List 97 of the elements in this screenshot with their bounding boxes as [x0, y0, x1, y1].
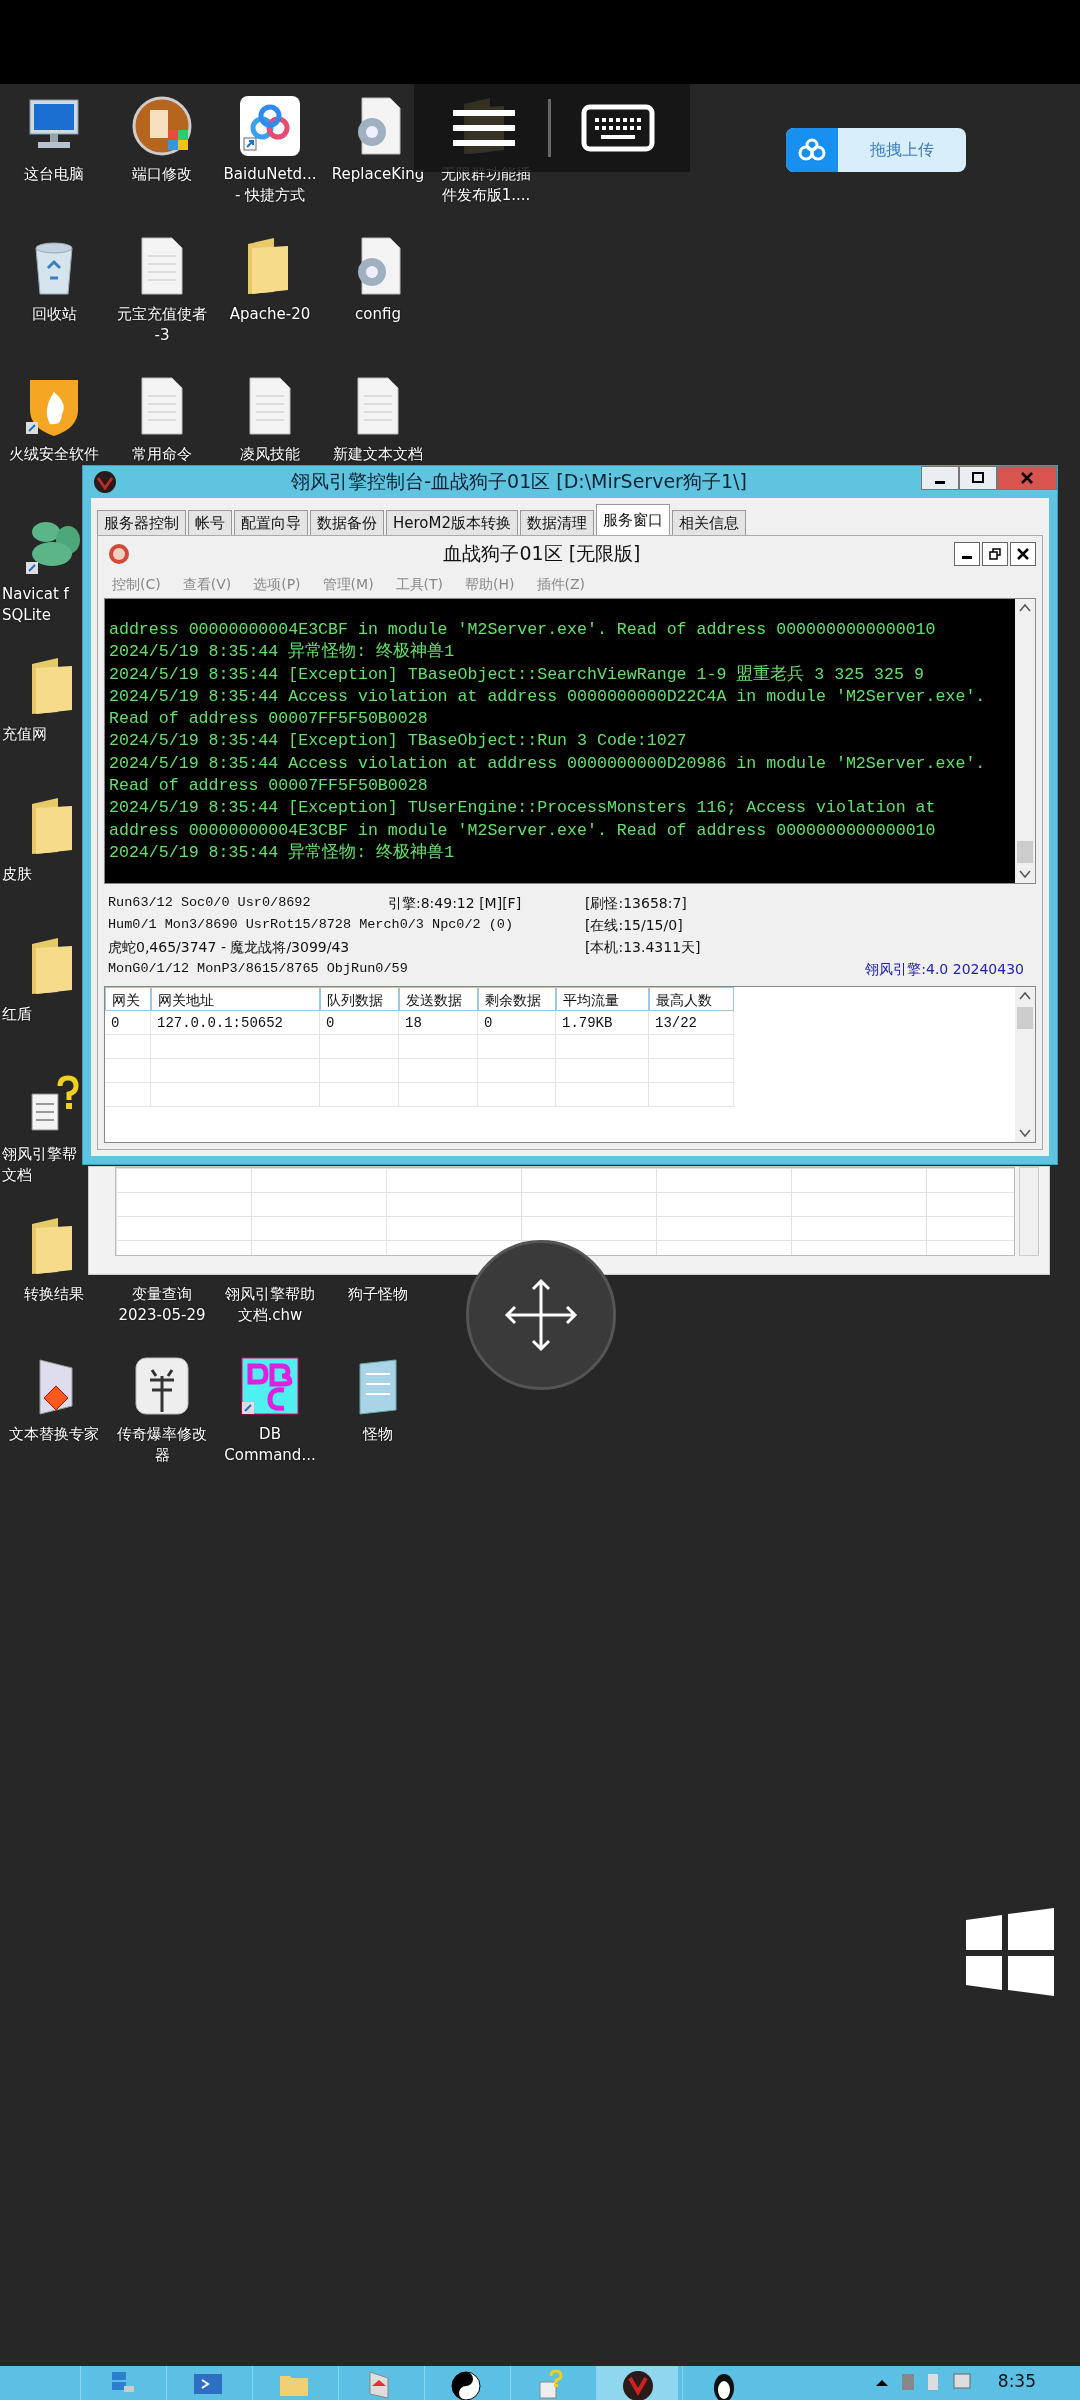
dx-logo-icon [108, 543, 130, 565]
icon-label: 怪物 [361, 1424, 394, 1445]
table-cell: 13/22 [649, 1011, 734, 1035]
icon-label: 变量查询 2023-05-29 [117, 1284, 207, 1326]
minimize-button[interactable] [921, 466, 959, 490]
log-line: 2024/5/19 8:35:44 [Exception] TUserEngine::ProcessMonsters 116; Access violation at [109, 797, 937, 820]
column-header[interactable]: 剩余数据 [478, 987, 556, 1011]
log-line: 2024/5/19 8:35:44 异常怪物: 终极神兽1 [109, 641, 456, 664]
status-text: 虎蛇0,465/3747 - 魔龙战将/3099/43 [108, 938, 351, 957]
table-cell: 0 [478, 1011, 556, 1035]
icon-label: BaiduNetd... - 快捷方式 [222, 164, 318, 206]
close-icon[interactable] [1016, 547, 1030, 561]
log-line: Read of address 00007FF5F50B0028 [109, 708, 429, 731]
icon-label: 传奇爆率修改器 [116, 1424, 208, 1466]
table-cell: 18 [399, 1011, 478, 1035]
maximize-icon[interactable] [970, 470, 986, 486]
minimize-button[interactable] [954, 542, 980, 566]
status-text: Hum0/1 Mon3/8690 UsrRot15/8728 Merch0/3 Npc0/2 (0) [108, 916, 515, 934]
log-line: 2024/5/19 8:35:44 Access violation at address 0000000000D22C4A in module 'M2Server.exe'. [109, 685, 987, 708]
taskbar-button[interactable] [596, 2366, 678, 2400]
tab[interactable]: 帐号 [188, 510, 232, 536]
table-cell: 0 [320, 1011, 399, 1035]
icon-label: 皮肤 [1, 864, 33, 885]
table-cell: 1.79KB [556, 1011, 649, 1035]
tab[interactable]: 服务器控制 [97, 510, 186, 536]
column-header[interactable]: 网关地址 [151, 987, 320, 1011]
windows-logo-icon[interactable] [964, 1906, 1056, 1998]
status-text: 引擎:8:49:12 [M][F] [388, 894, 523, 913]
window-title: 血战狗子01区 [无限版] [442, 541, 642, 566]
tab[interactable]: 服务窗口 [596, 504, 670, 536]
tab[interactable]: 数据备份 [310, 510, 384, 536]
icon-label: DB Command... [223, 1424, 317, 1466]
status-text: [刷怪:13658:7] [585, 894, 687, 913]
icon-label: Apache-20 [228, 304, 312, 325]
scrollbar[interactable] [1019, 1167, 1039, 1256]
status-text: [本机:13.4311天] [585, 938, 701, 957]
maximize-button[interactable] [959, 466, 997, 490]
icon-label: 新建文本文档 [332, 444, 424, 465]
icon-label: ReplaceKing [330, 164, 426, 185]
tab[interactable]: 相关信息 [672, 510, 746, 536]
close-button[interactable] [1010, 542, 1036, 566]
log-line: 2024/5/19 8:35:44 异常怪物: 终极神兽1 [109, 841, 456, 864]
cloud-app-icon[interactable] [238, 94, 302, 158]
upload-button[interactable]: 拖拽上传 [786, 128, 966, 172]
column-header[interactable]: 网关 [105, 987, 151, 1011]
icon-label: 狗子怪物 [347, 1284, 409, 1305]
clock[interactable]: 8:35 [997, 2366, 1036, 2396]
cloud-icon [797, 138, 827, 162]
column-header[interactable]: 最高人数 [649, 987, 734, 1011]
table-cell: 127.0.0.1:50652 [151, 1011, 320, 1035]
icon-label: 凌风技能 [239, 444, 301, 465]
icon-label: 红盾 [1, 1004, 33, 1025]
tab[interactable]: HeroM2版本转换 [386, 510, 518, 536]
log-line: 2024/5/19 8:35:44 [Exception] TBaseObject::SearchViewRange 1-9 盟重老兵 3 325 325 9 [109, 663, 925, 686]
tab[interactable]: 配置向导 [234, 510, 308, 536]
scrollbar[interactable] [1015, 599, 1035, 883]
app-icon[interactable] [130, 94, 194, 158]
column-header[interactable]: 平均流量 [556, 987, 649, 1011]
database-app-icon[interactable] [238, 1354, 302, 1418]
icon-label: 火绒安全软件 [8, 444, 100, 465]
log-line: address 00000000004E3CBF in module 'M2Server.exe'. Read of address 0000000000000010 [109, 619, 937, 641]
icon-label: 翎风引擎帮文档 [1, 1144, 78, 1186]
restore-button[interactable] [982, 542, 1008, 566]
icon-label: 充值网 [1, 724, 48, 745]
icon-label: 回收站 [30, 304, 78, 325]
icon-label: 无限群功能插件发布版1.... [440, 164, 532, 206]
icon-label: 转换结果 [23, 1284, 85, 1305]
table-cell [105, 1035, 151, 1059]
icon-label: 常用命令 [131, 444, 193, 465]
restore-icon[interactable] [988, 547, 1002, 561]
scroll-thumb[interactable] [1017, 1007, 1033, 1029]
icon-label: 这台电脑 [23, 164, 85, 185]
icon-label: config [354, 304, 402, 325]
log-line: Read of address 00007FF5F50B0028 [109, 775, 429, 798]
table-cell [105, 1059, 151, 1083]
scrollbar[interactable] [1015, 987, 1035, 1142]
log-line: address 00000000004E3CBF in module 'M2Server.exe'. Read of address 0000000000000010 [109, 819, 937, 842]
app-logo-icon [93, 470, 117, 494]
icon-label: 元宝充值使者 -3 [116, 304, 208, 346]
keyboard-icon[interactable] [581, 104, 656, 152]
icon-label: 文本替换专家 [8, 1424, 100, 1445]
column-header[interactable]: 队列数据 [320, 987, 399, 1011]
table-cell [105, 1083, 151, 1107]
icon-label: 翎风引擎帮助文档.chw [224, 1284, 316, 1326]
log-line: 2024/5/19 8:35:44 [Exception] TBaseObject::Run 3 Code:1027 [109, 730, 688, 753]
status-text: [在线:15/15/0] [585, 916, 683, 935]
version-text: 翎风引擎:4.0 20240430 [865, 960, 1025, 979]
status-text: MonG0/1/12 MonP3/8615/8765 ObjRun0/59 [108, 960, 409, 978]
icon-label: Navicat f SQLite [1, 584, 70, 626]
scroll-thumb[interactable] [1017, 841, 1033, 863]
log-line: 2024/5/19 8:35:44 Access violation at address 0000000000D20986 in module 'M2Server.exe'. [109, 752, 987, 775]
table-cell: 0 [105, 1011, 151, 1035]
icon-label: 端口修改 [131, 164, 193, 185]
tab[interactable]: 数据清理 [520, 510, 594, 536]
window-title: 翎风引擎控制台-血战狗子01区 [D:\MirServer狗子1\] [290, 469, 748, 494]
status-text: Run63/12 Soc0/0 Usr0/8692 [108, 894, 312, 912]
column-header[interactable]: 发送数据 [399, 987, 478, 1011]
